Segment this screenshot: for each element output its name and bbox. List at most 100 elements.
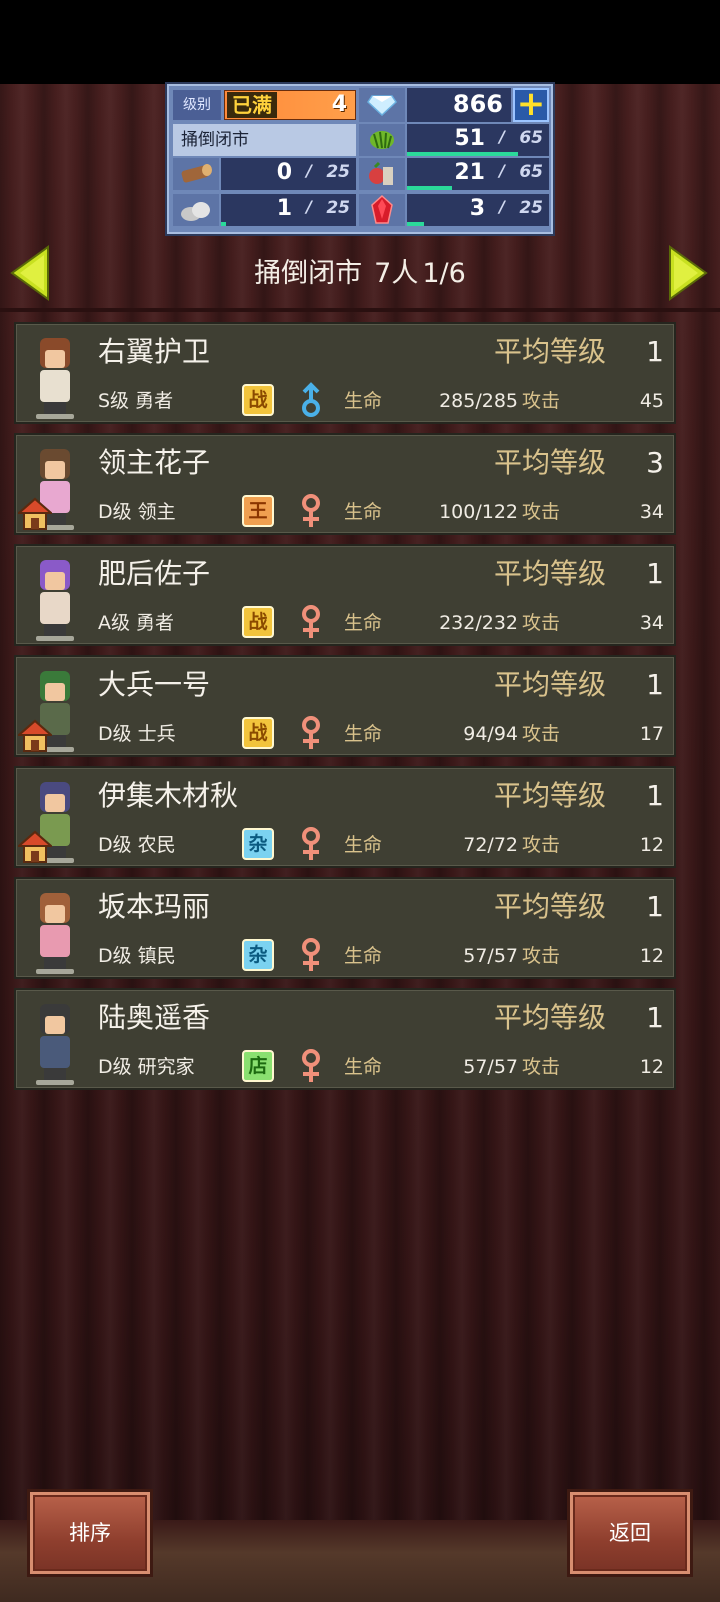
wood-count-cell: 0 / 25 (221, 158, 356, 190)
character-avatar (22, 330, 88, 420)
attack-label: 攻击 (522, 1056, 561, 1078)
avg-level-value: 1 (646, 668, 664, 701)
character-card[interactable]: 右翼护卫 平均等级 1 S级 勇者 战 生命 285/285 攻击 45 (14, 322, 676, 424)
job-type-badge: 战 (242, 717, 274, 749)
character-avatar (22, 885, 88, 975)
job-type-badge: 杂 (242, 828, 274, 860)
attack-value: 12 (639, 834, 664, 856)
stone-bar (221, 222, 227, 226)
food-count-cell: 21 / 65 (407, 158, 549, 190)
hp-value: 72/72 (463, 834, 518, 856)
grass-icon (359, 124, 405, 156)
male-icon (298, 382, 324, 418)
attack-value: 12 (639, 1056, 664, 1078)
attack-label: 攻击 (522, 945, 561, 967)
character-name: 肥后佐子 (98, 557, 211, 590)
avatar-face (45, 1016, 65, 1034)
level-value: 4 (331, 92, 347, 117)
job-type-badge: 杂 (242, 939, 274, 971)
next-page-arrow[interactable] (668, 245, 708, 301)
house-icon (16, 830, 54, 864)
grass-max: 65 (519, 128, 543, 148)
ruby-slash: / (499, 197, 505, 216)
female-icon (298, 715, 324, 751)
character-card[interactable]: 坂本玛丽 平均等级 1 D级 镇民 杂 生命 57/57 攻击 12 (14, 877, 676, 979)
attack-value: 45 (639, 390, 664, 412)
avg-level-label: 平均等级 (494, 335, 607, 368)
house-icon (16, 719, 54, 753)
avg-level-value: 1 (646, 1001, 664, 1034)
wood-slash: / (306, 161, 312, 180)
sort-button[interactable]: 排序 (30, 1492, 150, 1574)
hp-value: 285/285 (439, 390, 518, 412)
attack-value: 34 (639, 612, 664, 634)
character-card[interactable]: 陆奥遥香 平均等级 1 D级 研究家 店 生命 57/57 攻击 12 (14, 988, 676, 1090)
character-avatar (22, 996, 88, 1086)
ruby-bar (407, 222, 425, 226)
wood-max: 25 (326, 162, 350, 182)
header-population: 7人 (374, 258, 419, 289)
avg-level-value: 3 (646, 446, 664, 479)
hp-label: 生命 (344, 612, 383, 634)
hp-value: 57/57 (463, 1056, 518, 1078)
hp-value: 94/94 (463, 723, 518, 745)
house-icon (16, 497, 54, 531)
resource-panel: 级别 已满 4 866 + 捅倒闭市 51 / 65 0 / 25 21 / 6… (167, 84, 553, 234)
avatar-stand (36, 636, 74, 641)
avg-level-label: 平均等级 (494, 557, 607, 590)
ruby-count-cell: 3 / 25 (407, 194, 549, 226)
food-slash: / (499, 161, 505, 180)
level-label: 级别 (173, 90, 221, 120)
food-current: 21 (454, 160, 485, 185)
character-name: 右翼护卫 (98, 335, 211, 368)
character-name: 领主花子 (98, 446, 211, 479)
header-divider (0, 308, 720, 312)
avg-level-label: 平均等级 (494, 1001, 607, 1034)
food-max: 65 (519, 162, 543, 182)
character-card[interactable]: 肥后佐子 平均等级 1 A级 勇者 战 生命 232/232 攻击 34 (14, 544, 676, 646)
job-type-badge: 战 (242, 384, 274, 416)
avg-level-value: 1 (646, 779, 664, 812)
character-rank: D级 研究家 (98, 1056, 195, 1078)
character-card[interactable]: 领主花子 平均等级 3 D级 领主 王 生命 100/122 攻击 34 (14, 433, 676, 535)
avatar-body (40, 370, 70, 402)
avg-level-label: 平均等级 (494, 779, 607, 812)
town-name: 捅倒闭市 (173, 124, 356, 156)
back-button[interactable]: 返回 (570, 1492, 690, 1574)
avg-level-value: 1 (646, 557, 664, 590)
female-icon (298, 493, 324, 529)
hp-label: 生命 (344, 723, 383, 745)
character-avatar (16, 663, 88, 753)
female-icon (298, 937, 324, 973)
grass-slash: / (499, 127, 505, 146)
attack-label: 攻击 (522, 834, 561, 856)
avatar-face (45, 461, 65, 479)
character-avatar (16, 441, 88, 531)
job-type-badge: 战 (242, 606, 274, 638)
food-icon (359, 158, 405, 190)
avatar-body (40, 925, 70, 957)
avatar-face (45, 683, 65, 701)
wood-icon (173, 158, 219, 190)
attack-value: 34 (639, 501, 664, 523)
character-rank: D级 领主 (98, 501, 176, 523)
character-rank: D级 镇民 (98, 945, 176, 967)
header-town: 捅倒闭市 (254, 258, 363, 289)
stone-max: 25 (326, 198, 350, 218)
stone-current: 1 (276, 196, 292, 221)
grass-bar (407, 152, 518, 156)
avg-level-label: 平均等级 (494, 446, 607, 479)
character-avatar (16, 774, 88, 864)
character-rank: D级 士兵 (98, 723, 176, 745)
attack-value: 12 (639, 945, 664, 967)
add-gems-button[interactable]: + (513, 87, 549, 122)
character-card[interactable]: 伊集木材秋 平均等级 1 D级 农民 杂 生命 72/72 攻击 12 (14, 766, 676, 868)
hp-label: 生命 (344, 390, 383, 412)
attack-label: 攻击 (522, 501, 561, 523)
hp-label: 生命 (344, 834, 383, 856)
character-name: 陆奥遥香 (98, 1001, 211, 1034)
character-rank: S级 勇者 (98, 390, 174, 412)
avatar-body (40, 592, 70, 624)
character-card[interactable]: 大兵一号 平均等级 1 D级 士兵 战 生命 94/94 攻击 17 (14, 655, 676, 757)
character-name: 大兵一号 (98, 668, 211, 701)
